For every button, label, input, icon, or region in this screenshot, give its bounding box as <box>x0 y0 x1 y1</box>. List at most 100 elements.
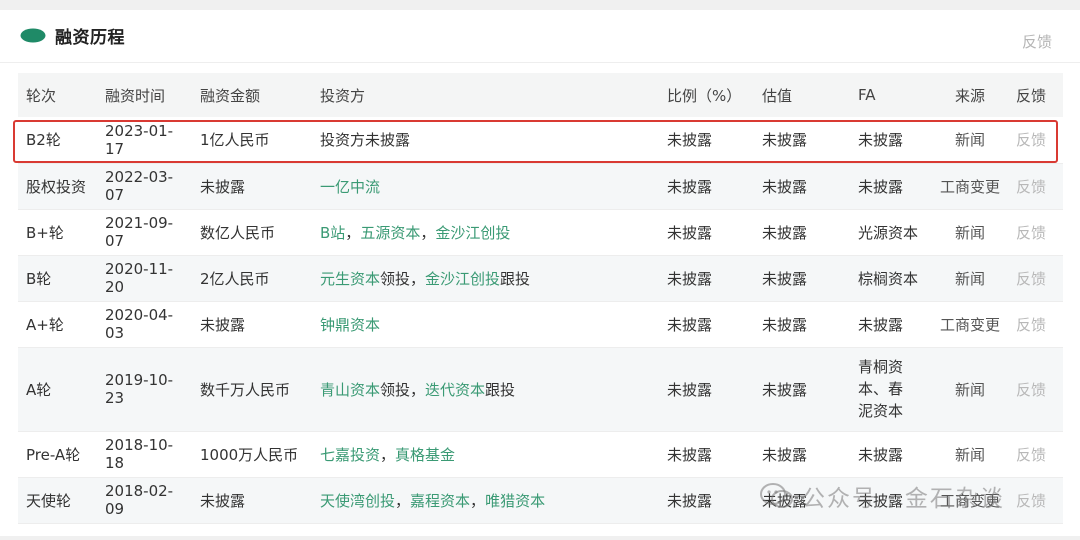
date-cell: 2021-09-07 <box>105 214 174 250</box>
round-cell: A+轮 <box>26 315 64 334</box>
investor-link[interactable]: 真格基金 <box>395 446 455 464</box>
col-header-amount: 融资金额 <box>200 86 261 105</box>
date-cell: 2018-10-18 <box>105 436 174 472</box>
investor-link[interactable]: 天使湾创投 <box>320 492 395 510</box>
investor-text: ， <box>345 223 361 242</box>
section-title: 融资历程 <box>55 28 125 48</box>
round-cell: A轮 <box>26 380 52 399</box>
source-cell: 工商变更 <box>939 315 1000 334</box>
amount-cell: 未披露 <box>200 315 246 334</box>
round-cell: Pre-A轮 <box>26 445 81 464</box>
ratio-cell: 未披露 <box>667 131 713 150</box>
investor-link[interactable]: 唯猎资本 <box>485 492 545 510</box>
investor-link[interactable]: 钟鼎资本 <box>320 316 380 334</box>
valuation-cell: 未披露 <box>762 380 808 399</box>
investor-link[interactable]: 金沙江创投 <box>435 224 510 242</box>
table-row: B2轮 2023-01-17 1亿人民币 投资方未披露 未披露 未披露 未披露 新闻 反馈 <box>18 117 1063 163</box>
amount-cell: 未披露 <box>200 491 246 510</box>
col-header-ratio: 比例（%） <box>667 86 742 105</box>
investors-cell: 青山资本领投，迭代资本跟投 <box>312 347 659 431</box>
ratio-cell: 未披露 <box>667 380 713 399</box>
fa-cell: 未披露 <box>858 131 904 150</box>
col-header-date: 融资时间 <box>105 86 166 105</box>
date-cell: 2020-04-03 <box>105 306 174 342</box>
amount-cell: 数亿人民币 <box>200 223 276 242</box>
amount-cell: 1000万人民币 <box>200 445 299 464</box>
date-cell: 2018-02-09 <box>105 482 174 518</box>
investor-text: ， <box>380 445 396 464</box>
table-header-row: 轮次 融资时间 融资金额 投资方 比例（%） 估值 FA 来源 反馈 <box>18 73 1063 117</box>
financing-history-card: 融资历程 反馈 轮次 融资时间 融资金额 投资方 比例（%） 估值 FA 来源 <box>0 10 1080 536</box>
investors-cell: 一亿中流 <box>312 163 659 209</box>
round-cell: 天使轮 <box>26 491 72 510</box>
source-cell: 新闻 <box>954 445 985 464</box>
investor-text: 投资方未披露 <box>320 131 411 150</box>
table-row: Pre-A轮 2018-10-18 1000万人民币 七嘉投资，真格基金 未披露 未披露未… <box>18 431 1063 477</box>
feedback-link[interactable]: 反馈 <box>1010 163 1063 209</box>
investor-link[interactable]: 嘉程资本 <box>410 492 470 510</box>
col-header-fa: FA <box>858 86 876 104</box>
valuation-cell: 未披露 <box>762 131 808 150</box>
feedback-link[interactable]: 反馈 <box>1010 255 1063 301</box>
investor-text: 领投， <box>380 269 426 288</box>
fa-cell: 未披露 <box>858 177 904 196</box>
investors-cell: 元生资本领投，金沙江创投跟投 <box>312 255 659 301</box>
col-header-source: 来源 <box>954 86 985 105</box>
feedback-link[interactable]: 反馈 <box>1010 477 1063 523</box>
feedback-link[interactable]: 反馈 <box>1010 301 1063 347</box>
source-cell: 新闻 <box>954 380 985 399</box>
table-row: 天使轮 2018-02-09 未披露 天使湾创投，嘉程资本，唯猎资本 未披露 未披露 未披露… <box>18 477 1063 523</box>
investor-link[interactable]: 迭代资本 <box>425 381 485 399</box>
investor-link[interactable]: 金沙江创投 <box>425 270 500 288</box>
fa-cell: 未披露 <box>858 315 904 334</box>
date-cell: 2019-10-23 <box>105 371 174 407</box>
date-cell: 2020-11-20 <box>105 260 174 296</box>
amount-cell: 数千万人民币 <box>200 380 291 399</box>
date-cell: 2023-01-17 <box>105 121 174 158</box>
investor-link[interactable]: 一亿中流 <box>320 178 380 196</box>
investors-cell: 天使湾创投，嘉程资本，唯猎资本 <box>312 477 659 523</box>
ratio-cell: 未披露 <box>667 177 713 196</box>
investor-link[interactable]: B站 <box>320 224 345 242</box>
source-cell: 新闻 <box>954 223 985 242</box>
section-header: 融资历程 反馈 <box>0 10 1080 63</box>
investor-text: 领投， <box>380 380 426 399</box>
fa-cell: 青桐资本、春泥资本 <box>858 358 904 420</box>
header-feedback-link[interactable]: 反馈 <box>1022 31 1052 52</box>
investor-link[interactable]: 青山资本 <box>320 381 380 399</box>
investors-cell: B站，五源资本，金沙江创投 <box>312 209 659 255</box>
investor-text: 跟投 <box>485 380 516 399</box>
fa-cell: 光源资本 <box>858 223 919 242</box>
feedback-link[interactable]: 反馈 <box>1010 209 1063 255</box>
round-cell: B+轮 <box>26 223 64 242</box>
fa-cell: 未披露 <box>858 491 904 510</box>
investor-link[interactable]: 五源资本 <box>360 224 420 242</box>
table-row: 股权投资 2022-03-07 未披露 一亿中流 未披露 未披露 未披露 工商变更 反馈 <box>18 163 1063 209</box>
amount-cell: 2亿人民币 <box>200 269 270 288</box>
table-row: B+轮 2021-09-07 数亿人民币 B站，五源资本，金沙江创投 未披露 未披露 光源资… <box>18 209 1063 255</box>
investor-link[interactable]: 元生资本 <box>320 270 380 288</box>
table-row: A轮 2019-10-23 数千万人民币 青山资本领投，迭代资本跟投 未披露 未披露 青桐资… <box>18 347 1063 431</box>
table-row: A+轮 2020-04-03 未披露 钟鼎资本 未披露 未披露 未披露 工商变更 反馈 <box>18 301 1063 347</box>
financing-table: 轮次 融资时间 融资金额 投资方 比例（%） 估值 FA 来源 反馈 B2轮 20… <box>18 73 1063 524</box>
investor-text: ， <box>395 491 411 510</box>
investors-cell: 钟鼎资本 <box>312 301 659 347</box>
valuation-cell: 未披露 <box>762 177 808 196</box>
date-cell: 2022-03-07 <box>105 168 174 204</box>
investor-link[interactable]: 七嘉投资 <box>320 446 380 464</box>
ratio-cell: 未披露 <box>667 223 713 242</box>
feedback-link[interactable]: 反馈 <box>1010 431 1063 477</box>
col-header-feedback: 反馈 <box>1016 86 1047 105</box>
table-row: B轮 2020-11-20 2亿人民币 元生资本领投，金沙江创投跟投 未披露 未披露 棕榈资… <box>18 255 1063 301</box>
investors-cell: 投资方未披露 <box>312 117 659 163</box>
amount-cell: 未披露 <box>200 177 246 196</box>
ratio-cell: 未披露 <box>667 269 713 288</box>
source-cell: 新闻 <box>954 269 985 288</box>
col-header-investors: 投资方 <box>320 86 366 105</box>
round-cell: 股权投资 <box>26 177 87 196</box>
feedback-link[interactable]: 反馈 <box>1010 117 1063 163</box>
fa-cell: 未披露 <box>858 445 904 464</box>
feedback-link[interactable]: 反馈 <box>1010 347 1063 431</box>
source-cell: 新闻 <box>954 131 985 150</box>
ratio-cell: 未披露 <box>667 491 713 510</box>
